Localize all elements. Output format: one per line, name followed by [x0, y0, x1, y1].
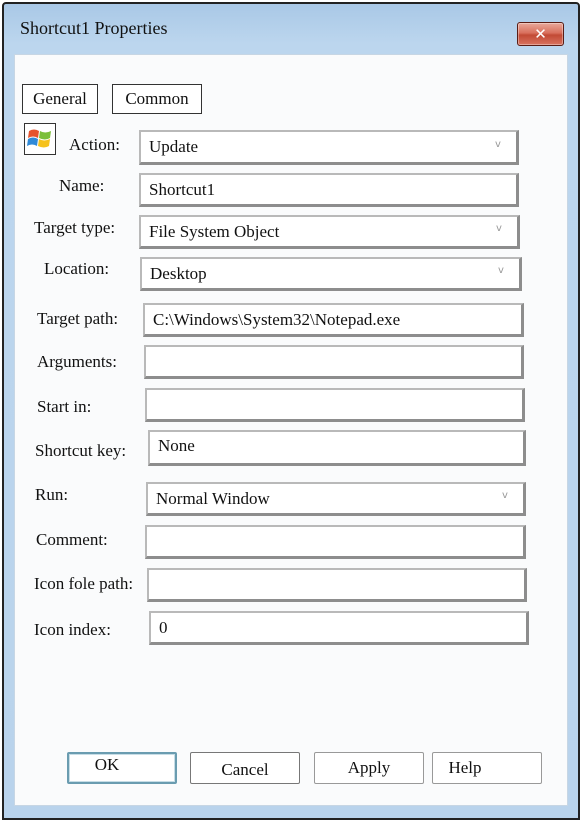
icon-index-value: 0 [159, 617, 168, 637]
name-value: Shortcut1 [149, 179, 216, 199]
location-select[interactable]: Desktop v [140, 257, 522, 291]
close-button[interactable]: ✕ [517, 22, 564, 46]
cancel-button-label: Cancel [221, 760, 269, 779]
ok-button-label: OK [94, 755, 120, 774]
run-select[interactable]: Normal Window v [146, 482, 526, 516]
name-field[interactable]: Shortcut1 [139, 173, 519, 207]
dialog-title: Shortcut1 Properties [20, 18, 168, 38]
icon-file-path-field[interactable] [147, 568, 527, 602]
icon-index-field[interactable]: 0 [149, 611, 529, 645]
name-label: Name: [59, 176, 105, 195]
tab-common[interactable]: Common [112, 84, 202, 114]
shortcut-key-field[interactable]: None [148, 430, 526, 466]
target-type-label: Target type: [34, 218, 116, 237]
location-label: Location: [44, 259, 110, 278]
target-path-value: C:\Windows\System32\Notepad.exe [153, 309, 401, 329]
windows-logo-icon [24, 123, 56, 155]
help-button[interactable]: Help [432, 752, 542, 784]
comment-label: Comment: [36, 530, 108, 549]
ok-button[interactable]: OK [67, 752, 177, 784]
run-label: Run: [35, 485, 69, 504]
action-value: Update [149, 137, 199, 156]
shortcut-key-value: None [158, 436, 195, 455]
shortcut-key-label: Shortcut key: [35, 441, 127, 460]
location-value: Desktop [150, 263, 207, 283]
help-button-label: Help [448, 758, 482, 777]
chevron-down-icon: v [502, 490, 508, 501]
chevron-down-icon: v [498, 265, 504, 276]
arguments-label: Arguments: [37, 352, 117, 371]
arguments-field[interactable] [144, 345, 524, 379]
tab-general-label: General [33, 89, 87, 108]
target-type-value: File System Object [149, 221, 280, 241]
start-in-field[interactable] [145, 388, 525, 422]
run-value: Normal Window [156, 488, 270, 508]
start-in-label: Start in: [37, 397, 92, 416]
tab-common-label: Common [125, 89, 189, 108]
comment-field[interactable] [145, 525, 526, 559]
target-type-select[interactable]: File System Object v [139, 215, 520, 249]
apply-button-label: Apply [347, 758, 391, 777]
icon-file-path-label: Icon fole path: [34, 574, 134, 593]
target-path-label: Target path: [37, 309, 119, 328]
action-select[interactable]: Update v [139, 130, 519, 165]
action-label: Action: [69, 135, 120, 154]
close-icon: ✕ [534, 25, 547, 43]
apply-button[interactable]: Apply [314, 752, 424, 784]
cancel-button[interactable]: Cancel [190, 752, 300, 784]
tab-general[interactable]: General [22, 84, 98, 114]
icon-index-label: Icon index: [34, 620, 111, 639]
chevron-down-icon: v [496, 223, 502, 234]
chevron-down-icon: v [495, 138, 501, 150]
target-path-field[interactable]: C:\Windows\System32\Notepad.exe [143, 303, 524, 337]
